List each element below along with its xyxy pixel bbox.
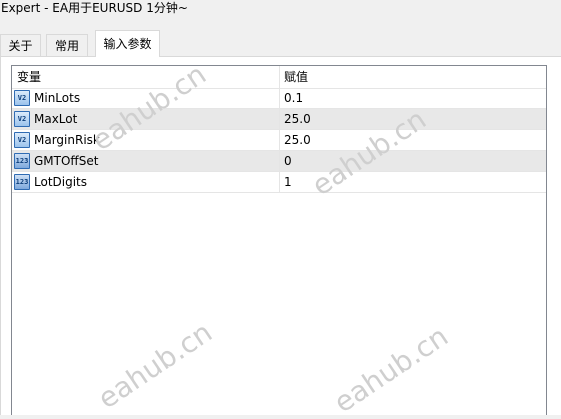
parameter-name: MarginRisk: [34, 133, 100, 147]
tab-about[interactable]: 关于: [0, 34, 41, 56]
parameter-value[interactable]: 1: [279, 172, 546, 192]
column-header-value[interactable]: 赋值: [279, 66, 546, 88]
integer-type-icon: 123: [14, 153, 30, 169]
parameter-name: GMTOffSet: [34, 154, 99, 168]
parameter-name-cell: 123 LotDigits: [12, 172, 279, 192]
parameter-value[interactable]: 0.1: [279, 88, 546, 108]
parameter-name-cell: V2 MarginRisk: [12, 130, 279, 150]
parameter-row[interactable]: V2 MinLots 0.1: [12, 88, 546, 109]
parameters-grid: 变量 赋值 V2 MinLots 0.1 V2 MaxLot 25.0 V2 M…: [11, 65, 547, 415]
parameter-row[interactable]: V2 MaxLot 25.0: [12, 109, 546, 130]
integer-type-icon: 123: [14, 174, 30, 190]
tab-common[interactable]: 常用: [46, 34, 88, 56]
parameter-name: LotDigits: [34, 175, 88, 189]
parameter-name-cell: V2 MaxLot: [12, 109, 279, 129]
parameter-name: MinLots: [34, 91, 81, 105]
window-title: Expert - EA用于EURUSD 1分钟~: [1, 1, 188, 15]
parameter-name-cell: V2 MinLots: [12, 88, 279, 108]
column-header-variable[interactable]: 变量: [12, 66, 279, 88]
grid-header: 变量 赋值: [12, 66, 546, 89]
parameter-row[interactable]: V2 MarginRisk 25.0: [12, 130, 546, 151]
parameter-value[interactable]: 25.0: [279, 109, 546, 129]
tab-panel: 变量 赋值 V2 MinLots 0.1 V2 MaxLot 25.0 V2 M…: [0, 57, 561, 415]
tab-bar: 关于 常用 输入参数: [0, 30, 561, 57]
parameter-name: MaxLot: [34, 112, 78, 126]
double-type-icon: V2: [14, 132, 30, 148]
parameter-value[interactable]: 25.0: [279, 130, 546, 150]
parameter-row[interactable]: 123 GMTOffSet 0: [12, 151, 546, 172]
tab-divider: [0, 56, 561, 57]
tab-input-params[interactable]: 输入参数: [95, 30, 160, 57]
double-type-icon: V2: [14, 90, 30, 106]
parameter-row[interactable]: 123 LotDigits 1: [12, 172, 546, 193]
parameter-value[interactable]: 0: [279, 151, 546, 171]
double-type-icon: V2: [14, 111, 30, 127]
parameter-name-cell: 123 GMTOffSet: [12, 151, 279, 171]
